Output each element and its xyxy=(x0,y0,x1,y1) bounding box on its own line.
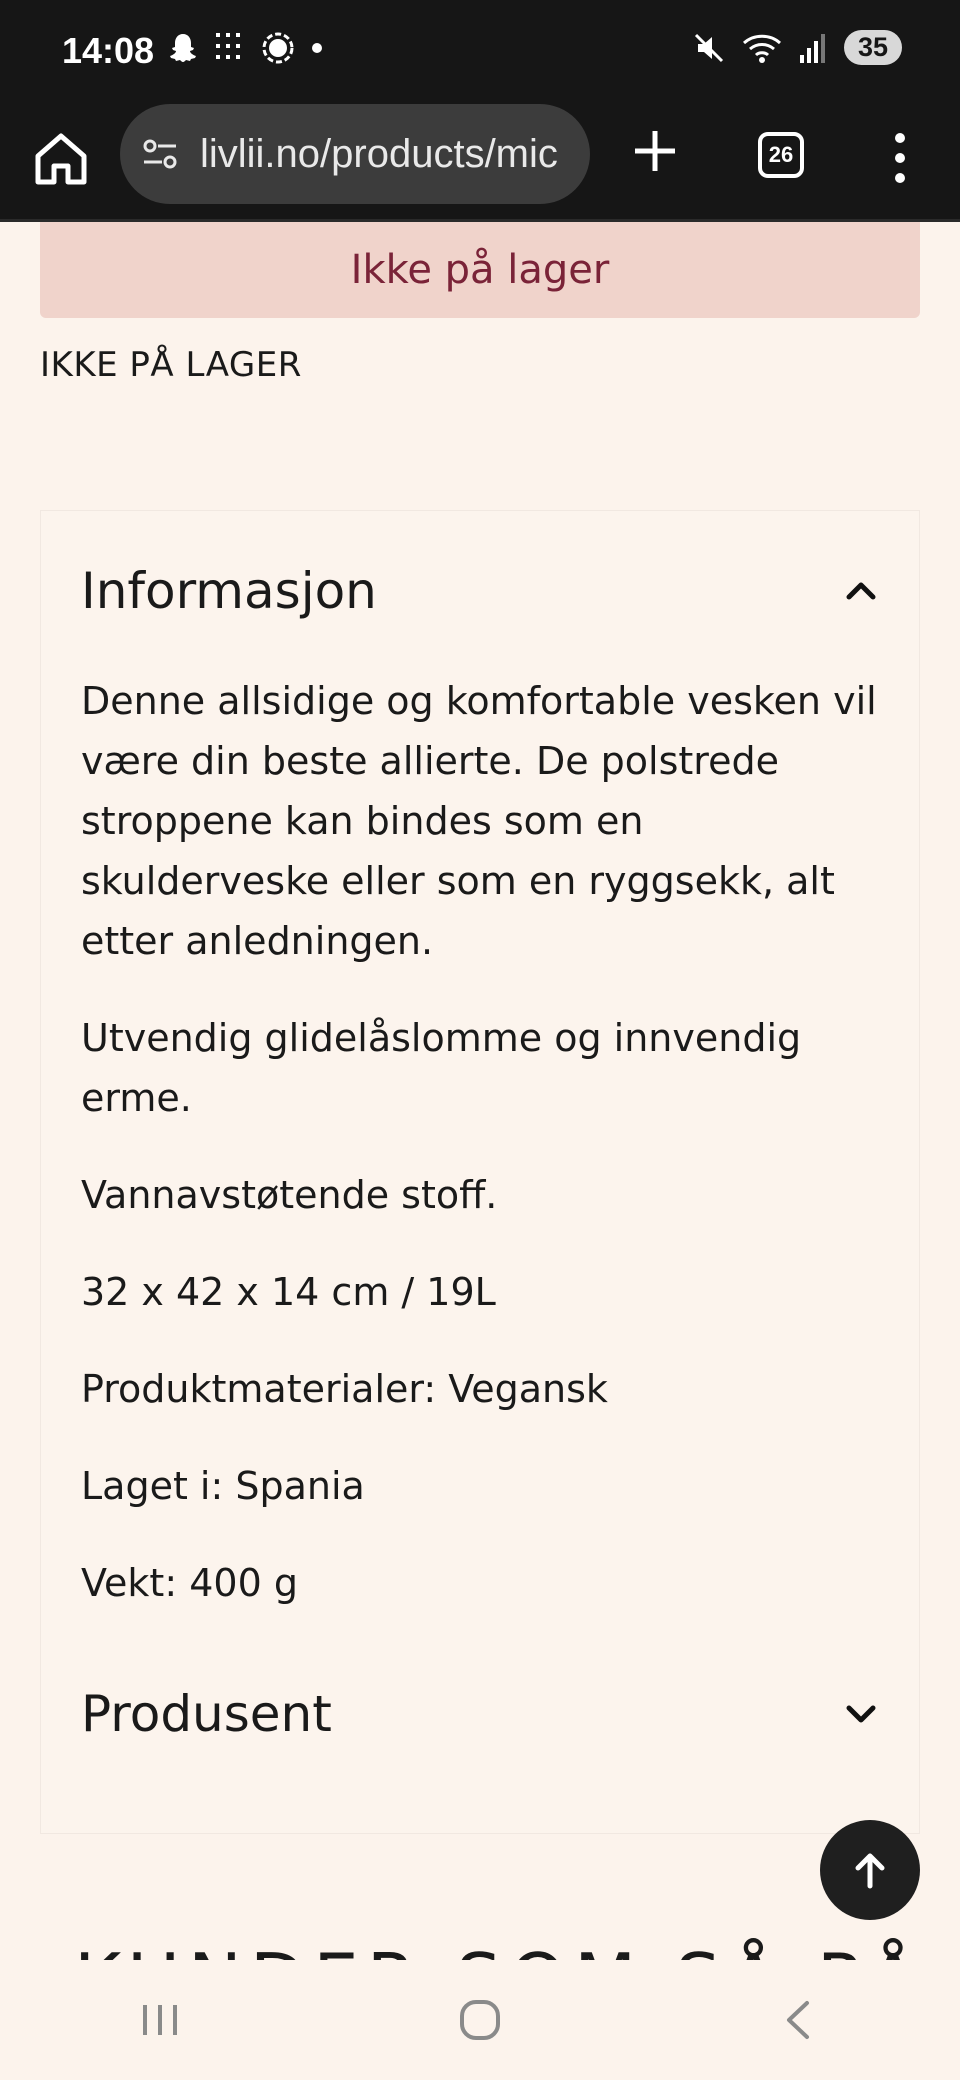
address-bar[interactable]: livlii.no/products/mic xyxy=(120,104,590,204)
info-accordion-header[interactable]: Informasjon xyxy=(81,551,881,631)
signal-app-icon xyxy=(262,32,294,64)
recent-apps-icon xyxy=(143,2005,177,2035)
home-circle-icon xyxy=(460,2000,500,2040)
tab-switcher-button[interactable]: 26 xyxy=(758,132,804,178)
info-title: Informasjon xyxy=(81,562,377,620)
cell-signal-icon xyxy=(799,33,825,63)
home-icon[interactable] xyxy=(30,128,92,190)
back-button[interactable] xyxy=(760,1980,840,2060)
chevron-down-icon[interactable] xyxy=(841,1694,881,1734)
new-tab-icon[interactable] xyxy=(630,126,680,176)
mute-icon xyxy=(694,33,724,62)
out-of-stock-button[interactable]: Ikke på lager xyxy=(40,222,920,318)
home-nav-button[interactable] xyxy=(440,1980,520,2060)
back-icon xyxy=(787,2001,809,2039)
battery-indicator: 35 xyxy=(843,30,902,65)
recent-apps-button[interactable] xyxy=(120,1980,200,2060)
page: 14:08 35 livlii.no/products/mic 26 Ikke … xyxy=(0,0,960,2080)
info-content: Denne allsidige og komfortable vesken vi… xyxy=(81,671,881,1650)
news-app-icon xyxy=(216,33,240,59)
notification-icons xyxy=(166,30,324,66)
wifi-icon xyxy=(742,34,781,63)
browser-toolbar: livlii.no/products/mic 26 xyxy=(0,104,960,222)
info-paragraph: 32 x 42 x 14 cm / 19L xyxy=(81,1270,496,1314)
status-bar: 14:08 35 xyxy=(0,0,960,104)
out-of-stock-label: Ikke på lager xyxy=(350,247,610,293)
info-paragraph: Denne allsidige og komfortable vesken vi… xyxy=(81,679,877,963)
system-icons: 35 xyxy=(692,30,902,65)
chevron-up-icon[interactable] xyxy=(841,571,881,611)
site-settings-icon[interactable] xyxy=(138,132,182,176)
stock-status-text: IKKE PÅ LAGER xyxy=(40,345,302,385)
more-options-icon[interactable] xyxy=(880,128,920,188)
arrow-up-icon xyxy=(855,1853,885,1889)
producer-title: Produsent xyxy=(81,1685,332,1743)
url-text[interactable]: livlii.no/products/mic xyxy=(200,132,558,177)
info-paragraph: Vannavstøtende stoff. xyxy=(81,1173,498,1217)
dot-icon xyxy=(312,43,322,53)
info-paragraph: Utvendig glidelåslomme og innvendig erme… xyxy=(81,1016,802,1120)
info-paragraph: Produktmaterialer: Vegansk xyxy=(81,1367,608,1411)
snapchat-icon xyxy=(170,34,196,62)
product-details-accordion: Informasjon Denne allsidige og komfortab… xyxy=(40,510,920,1834)
producer-accordion-header[interactable]: Produsent xyxy=(81,1674,881,1754)
info-paragraph: Laget i: Spania xyxy=(81,1464,365,1508)
info-paragraph: Vekt: 400 g xyxy=(81,1561,298,1605)
scroll-to-top-button[interactable] xyxy=(820,1820,920,1920)
status-time: 14:08 xyxy=(62,30,155,71)
system-navigation-bar xyxy=(0,1960,960,2080)
